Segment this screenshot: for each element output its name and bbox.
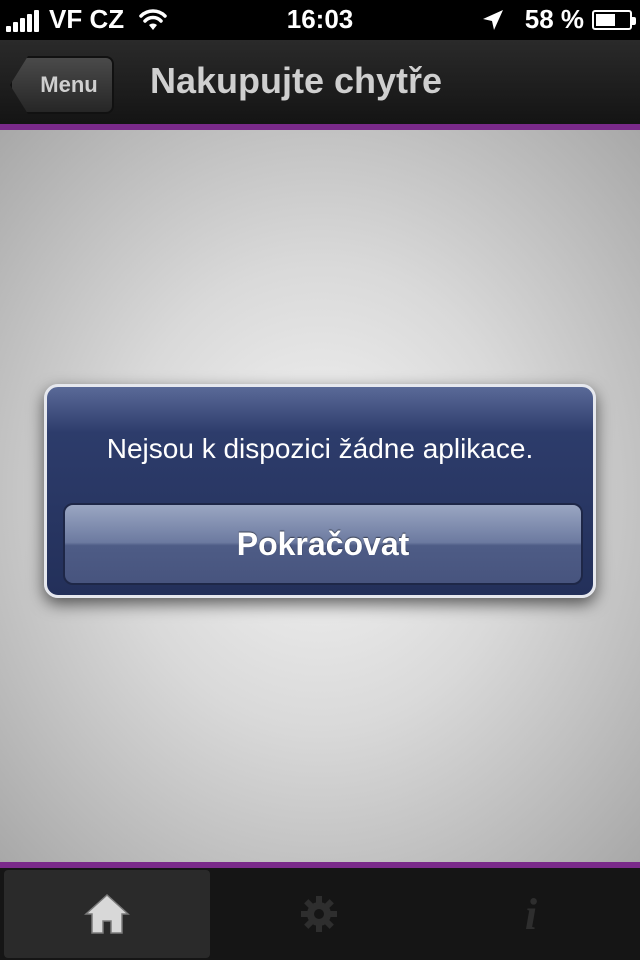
battery-percent: 58 % (524, 4, 584, 34)
accent-stripe-bottom (0, 862, 640, 868)
battery-icon (592, 9, 636, 30)
status-right: 58 % (481, 4, 636, 35)
battery-fill (596, 13, 615, 26)
navigation-bar: Menu Nakupujte chytře (0, 40, 640, 130)
location-arrow-icon (482, 9, 503, 30)
alert-message: Nejsou k dispozici žádne aplikace. (106, 433, 534, 464)
gear-icon (301, 896, 337, 932)
continue-button[interactable]: Pokračovat (63, 503, 583, 585)
tab-home[interactable] (4, 870, 210, 958)
tab-settings[interactable] (216, 870, 422, 958)
tab-bar: i (0, 862, 640, 960)
home-icon (84, 893, 130, 934)
alert-dialog: Nejsou k dispozici žádne aplikace. Pokra… (44, 384, 596, 598)
menu-back-button[interactable]: Menu (10, 56, 114, 114)
status-bar: VF CZ 16:03 58 % (0, 0, 640, 40)
info-icon: i (524, 889, 538, 939)
tab-info[interactable]: i (428, 870, 634, 958)
page-title: Nakupujte chytře (150, 60, 443, 101)
